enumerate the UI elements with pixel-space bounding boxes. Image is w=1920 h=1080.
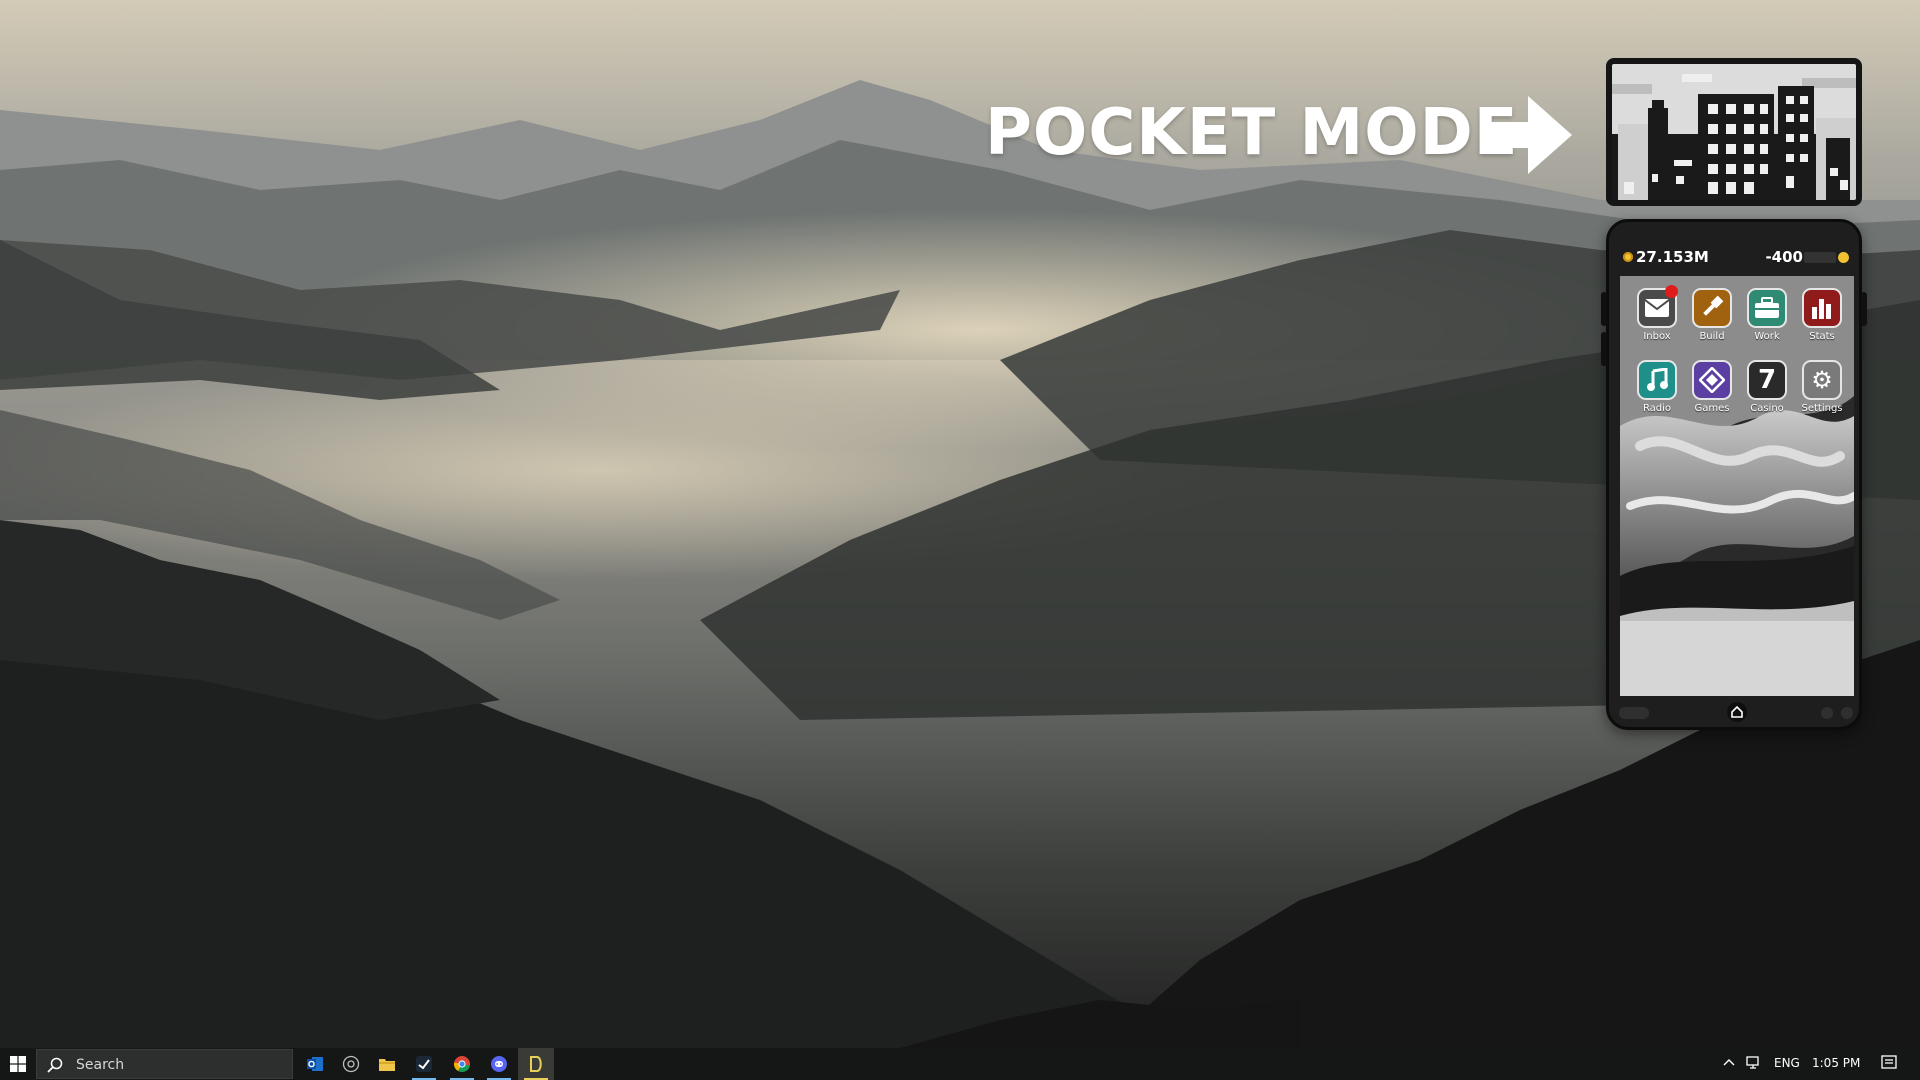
notification-center-icon[interactable] [1881,1055,1897,1074]
steam-icon [416,1056,432,1072]
game-icon [530,1056,542,1072]
gear-icon: ⚙ [1802,360,1842,400]
seven-icon: 7 [1747,360,1787,400]
app-build[interactable]: Build [1686,288,1738,342]
chrome-icon [453,1056,470,1072]
phone-widget: 27.153M -400 Inbox Build Work Stats Radi… [1601,219,1867,730]
search-box[interactable]: Search [36,1049,293,1079]
file-explorer-icon [379,1059,395,1071]
phone-screen: Inbox Build Work Stats Radio Games 7 Cas… [1620,276,1854,696]
home-icon [1731,706,1743,718]
coin-icon [1623,252,1633,262]
app-label: Casino [1750,403,1784,414]
taskbar-app-game[interactable] [518,1048,554,1080]
arrow-right-icon [1484,96,1572,174]
app-stats[interactable]: Stats [1796,288,1848,342]
app-label: Settings [1801,403,1843,414]
taskbar-app-outlook[interactable] [297,1048,333,1080]
phone-side-button [1601,292,1607,326]
recents-button[interactable] [1821,707,1833,719]
phone-side-button [1601,332,1607,366]
discord-icon [491,1056,507,1072]
taskbar: Search ENG 1:05 PM [0,1048,1920,1080]
search-icon [47,1057,63,1073]
taskbar-app-chrome-alt[interactable] [333,1048,369,1080]
game-diamond-icon [1692,360,1732,400]
app-inbox[interactable]: Inbox [1631,285,1683,342]
app-label: Radio [1642,403,1672,414]
pocket-mode-caption: POCKET MODE [985,96,1519,170]
pocket-mode-toggle[interactable] [1606,58,1862,206]
app-radio[interactable]: Radio [1631,360,1683,414]
chevron-up-icon[interactable] [1723,1057,1735,1072]
windows-logo-icon [10,1056,26,1072]
battery-meter [1804,252,1836,263]
menu-button[interactable] [1841,707,1853,719]
app-work[interactable]: Work [1741,288,1793,342]
money-amount: 27.153M [1636,248,1709,266]
outlook-icon [307,1057,323,1071]
app-label: Build [1699,331,1725,342]
clock-time[interactable]: 1:05 PM [1812,1056,1860,1070]
pixel-city-icon [1612,64,1856,200]
app-settings[interactable]: ⚙ Settings [1796,360,1848,414]
bar-chart-icon [1802,288,1842,328]
app-label: Inbox [1643,331,1671,342]
taskbar-app-steam[interactable] [406,1048,442,1080]
smiley-icon [1838,252,1849,263]
notification-badge [1665,285,1678,298]
reputation-value: -400 [1765,248,1803,266]
app-label: Work [1754,331,1780,342]
language-indicator[interactable]: ENG [1774,1056,1800,1070]
app-label: Stats [1809,331,1835,342]
app-label: Games [1694,403,1730,414]
app-casino[interactable]: 7 Casino [1741,360,1793,414]
app-games[interactable]: Games [1686,360,1738,414]
music-note-icon [1637,360,1677,400]
taskbar-app-discord[interactable] [481,1048,517,1080]
hammer-icon [1692,288,1732,328]
chrome-alt-icon [342,1055,360,1073]
home-button[interactable] [1727,702,1747,722]
briefcase-icon [1747,288,1787,328]
network-icon[interactable] [1746,1056,1762,1073]
taskbar-app-file-explorer[interactable] [369,1048,405,1080]
phone-power-button [1861,292,1867,326]
search-placeholder: Search [76,1057,125,1073]
phone-status-bar: 27.153M -400 [1623,248,1849,268]
back-button[interactable] [1619,707,1649,719]
taskbar-app-chrome[interactable] [444,1048,480,1080]
start-button[interactable] [0,1048,36,1080]
phone-nav-bar [1619,700,1855,724]
